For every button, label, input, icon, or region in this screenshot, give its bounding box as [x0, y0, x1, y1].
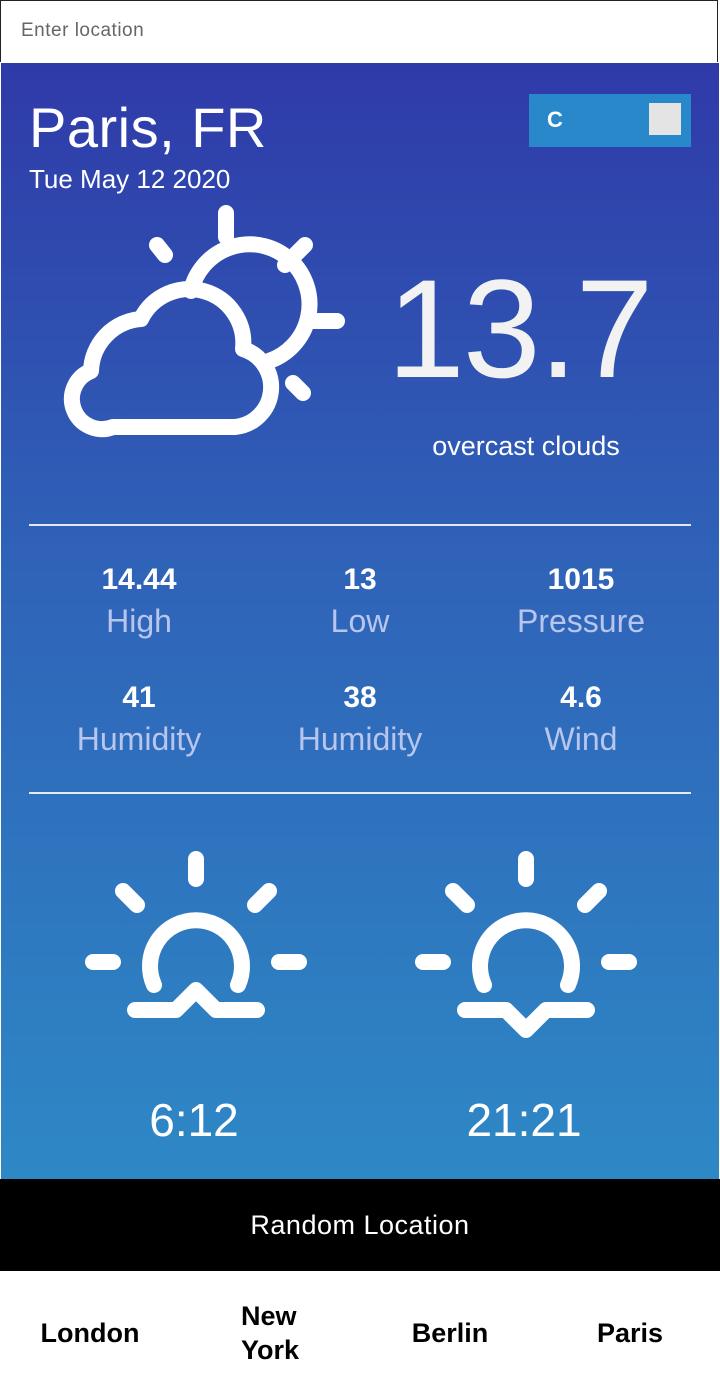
stat-value: 4.6	[560, 681, 602, 714]
city-tab-berlin[interactable]: Berlin	[360, 1271, 540, 1394]
city-name: Paris, FR	[29, 96, 267, 159]
sunset-icon	[415, 851, 637, 1038]
current-date: Tue May 12 2020	[29, 164, 231, 194]
cloud-sun-icon	[63, 205, 345, 437]
city-tabs: London New York Berlin Paris	[0, 1271, 720, 1394]
stat-wind: 4.6 Wind	[471, 681, 691, 758]
unit-toggle[interactable]: C	[529, 94, 691, 147]
weather-panel: Paris, FR Tue May 12 2020 C 13.7 overcas…	[1, 63, 719, 1179]
city-tab-paris[interactable]: Paris	[540, 1271, 720, 1394]
city-tab-london[interactable]: London	[0, 1271, 180, 1394]
sunrise-time: 6:12	[149, 1094, 239, 1146]
stat-label: Wind	[544, 721, 618, 757]
stat-label: High	[106, 603, 172, 639]
stat-value: 1015	[547, 563, 615, 596]
search-bar	[0, 0, 718, 62]
stat-value: 14.44	[101, 563, 177, 596]
stat-humidity: 41 Humidity	[29, 681, 249, 758]
stat-label: Humidity	[297, 721, 423, 757]
unit-label: C	[547, 107, 563, 132]
stat-value: 41	[122, 681, 156, 714]
stat-humidity-2: 38 Humidity	[250, 681, 470, 758]
stat-high: 14.44 High	[29, 563, 249, 640]
stat-label: Low	[330, 603, 390, 639]
location-input[interactable]	[1, 1, 701, 61]
random-location-button[interactable]: Random Location	[0, 1179, 720, 1271]
divider-top	[29, 524, 691, 526]
toggle-knob[interactable]	[649, 103, 681, 135]
temperature: 13.7	[387, 250, 653, 407]
stat-value: 38	[343, 681, 377, 714]
city-tab-new-york[interactable]: New York	[180, 1271, 360, 1394]
sunset-time: 21:21	[466, 1094, 582, 1146]
stat-label: Pressure	[516, 603, 646, 639]
stat-low: 13 Low	[250, 563, 470, 640]
sunrise-icon	[85, 851, 307, 1018]
stat-pressure: 1015 Pressure	[471, 563, 691, 640]
weather-description: overcast clouds	[432, 431, 620, 461]
stat-value: 13	[343, 563, 377, 596]
divider-bottom	[29, 792, 691, 794]
stat-label: Humidity	[76, 721, 202, 757]
